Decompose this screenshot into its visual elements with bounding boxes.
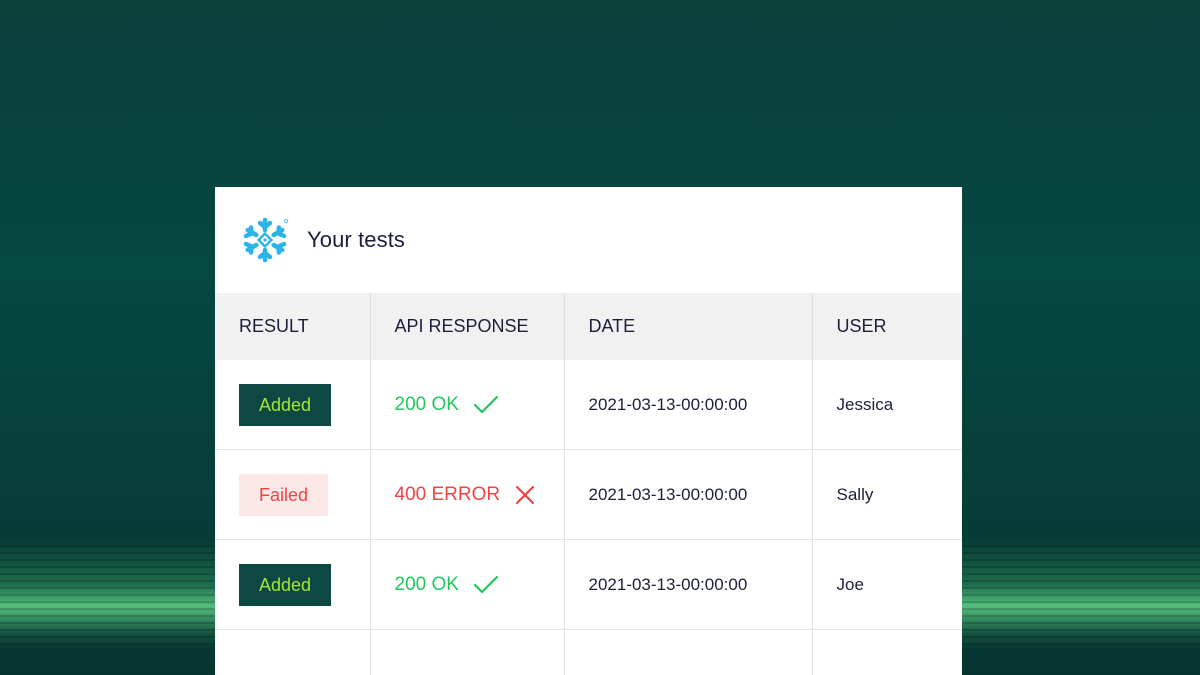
- api-response-cell: 400 ERROR: [370, 449, 565, 540]
- status-badge: Failed: [239, 473, 329, 516]
- date-cell: 2021-03-13-00:00:00: [564, 449, 813, 540]
- api-response-text: 400 ERROR: [394, 483, 501, 505]
- api-response: 200 OK: [395, 394, 499, 416]
- date-cell: 2021-03-13-00:00:00: [564, 539, 813, 630]
- result-cell: Added: [215, 539, 371, 630]
- user-cell: Joe: [812, 539, 962, 630]
- table-row[interactable]: Added 200 OK 2021-03-13-00:00:00 Joe: [215, 539, 962, 630]
- card-header: Your tests: [215, 187, 962, 293]
- column-header-date[interactable]: DATE: [564, 293, 813, 360]
- table-row[interactable]: Failed 400 ERROR 2021-03-13-00:00:00 Sal…: [215, 449, 962, 540]
- result-cell: Added: [215, 360, 371, 450]
- tests-table: RESULT API RESPONSE DATE USER Added 200 …: [215, 293, 962, 675]
- api-response: 200 OK: [395, 574, 499, 596]
- empty-cell: [215, 629, 371, 675]
- api-response-text: 200 OK: [394, 393, 459, 415]
- column-header-result[interactable]: RESULT: [215, 293, 371, 360]
- empty-cell: [564, 629, 813, 675]
- column-header-api-response[interactable]: API RESPONSE: [370, 293, 565, 360]
- date-cell: 2021-03-13-00:00:00: [564, 360, 813, 450]
- user-cell: Jessica: [812, 360, 962, 450]
- empty-cell: [370, 629, 565, 675]
- card-title: Your tests: [307, 227, 406, 252]
- result-cell: Failed: [215, 449, 371, 540]
- empty-row: [215, 629, 962, 675]
- check-icon: [473, 575, 499, 593]
- x-icon: [516, 485, 535, 504]
- api-response-cell: 200 OK: [370, 539, 565, 630]
- status-badge: Added: [239, 563, 332, 606]
- snowflake-icon: [243, 217, 288, 263]
- api-response-cell: 200 OK: [370, 360, 565, 450]
- column-header-user[interactable]: USER: [812, 293, 962, 360]
- user-cell: Sally: [812, 449, 962, 540]
- table-row[interactable]: Added 200 OK 2021-03-13-00:00:00 Jessica: [215, 360, 962, 450]
- table-header-row: RESULT API RESPONSE DATE USER: [215, 293, 962, 360]
- api-response-text: 200 OK: [394, 573, 459, 595]
- check-icon: [473, 395, 499, 413]
- api-response: 400 ERROR: [395, 484, 537, 506]
- tests-card: Your tests RESULT API RESPONSE DATE USER…: [215, 187, 962, 675]
- status-badge: Added: [239, 383, 332, 426]
- empty-cell: [812, 630, 962, 675]
